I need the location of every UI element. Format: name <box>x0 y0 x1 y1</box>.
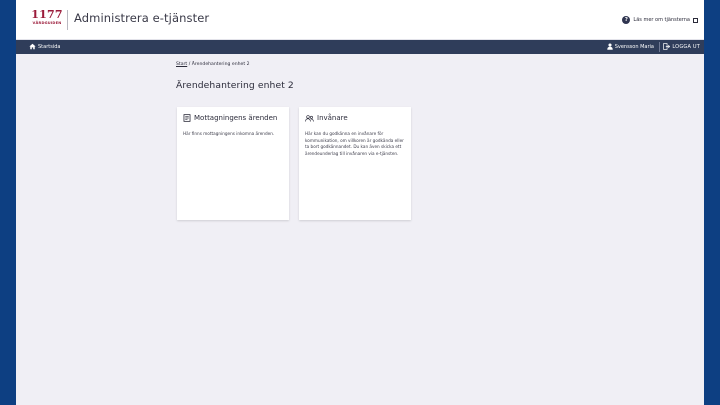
breadcrumb: Start / Ärendehantering enhet 2 <box>176 62 576 67</box>
nav-home-label: Startsida <box>38 43 61 50</box>
nav-home-link[interactable]: Startsida <box>29 43 60 50</box>
logout-button[interactable]: LOGGA UT <box>663 43 700 50</box>
breadcrumb-separator: / <box>188 62 191 67</box>
logout-label: LOGGA UT <box>672 43 700 50</box>
nav-separator <box>659 42 660 52</box>
external-link-icon <box>693 17 698 23</box>
people-icon <box>305 114 314 122</box>
card-header: Mottagningens ärenden <box>183 114 283 122</box>
card-title: Mottagningens ärenden <box>194 114 278 122</box>
user-icon <box>607 43 613 50</box>
app-window: 1177 VÅRDGUIDEN Administrera e-tjänster … <box>16 0 704 405</box>
nav-user-menu[interactable]: Svensson Maria <box>607 43 654 50</box>
document-icon <box>183 114 191 122</box>
help-link-label: Läs mer om tjänsterna <box>633 17 690 23</box>
logo[interactable]: 1177 VÅRDGUIDEN <box>30 9 64 25</box>
card-title: Invånare <box>317 114 348 122</box>
card-description: Här kan du godkänna en invånare för komm… <box>305 131 404 156</box>
card-list: Mottagningens ärenden Här finns mottagni… <box>177 107 411 220</box>
card-description: Här finns mottagningens inkomna ärenden. <box>183 131 275 136</box>
help-link[interactable]: ? Läs mer om tjänsterna <box>622 16 698 24</box>
help-icon: ? <box>622 16 631 24</box>
nav-user-label: Svensson Maria <box>614 43 654 50</box>
home-icon <box>29 43 36 50</box>
logo-divider <box>67 10 68 30</box>
logout-icon <box>663 43 671 50</box>
card-invanare[interactable]: Invånare Här kan du godkänna en invånare… <box>299 107 411 220</box>
main-navbar: Startsida Svensson Maria LOGGA UT <box>16 40 704 54</box>
card-mottagningens-arenden[interactable]: Mottagningens ärenden Här finns mottagni… <box>177 107 289 220</box>
page-title: Ärendehantering enhet 2 <box>176 80 294 91</box>
breadcrumb-start-link[interactable]: Start <box>176 62 187 67</box>
app-title: Administrera e-tjänster <box>74 11 210 25</box>
logo-subtitle: VÅRDGUIDEN <box>32 21 62 25</box>
logo-number: 1177 <box>31 8 63 21</box>
card-header: Invånare <box>305 114 405 122</box>
main-content: Start / Ärendehantering enhet 2 Ärendeha… <box>176 62 576 220</box>
breadcrumb-current: Ärendehantering enhet 2 <box>191 62 250 67</box>
top-header: 1177 VÅRDGUIDEN Administrera e-tjänster … <box>16 0 704 40</box>
